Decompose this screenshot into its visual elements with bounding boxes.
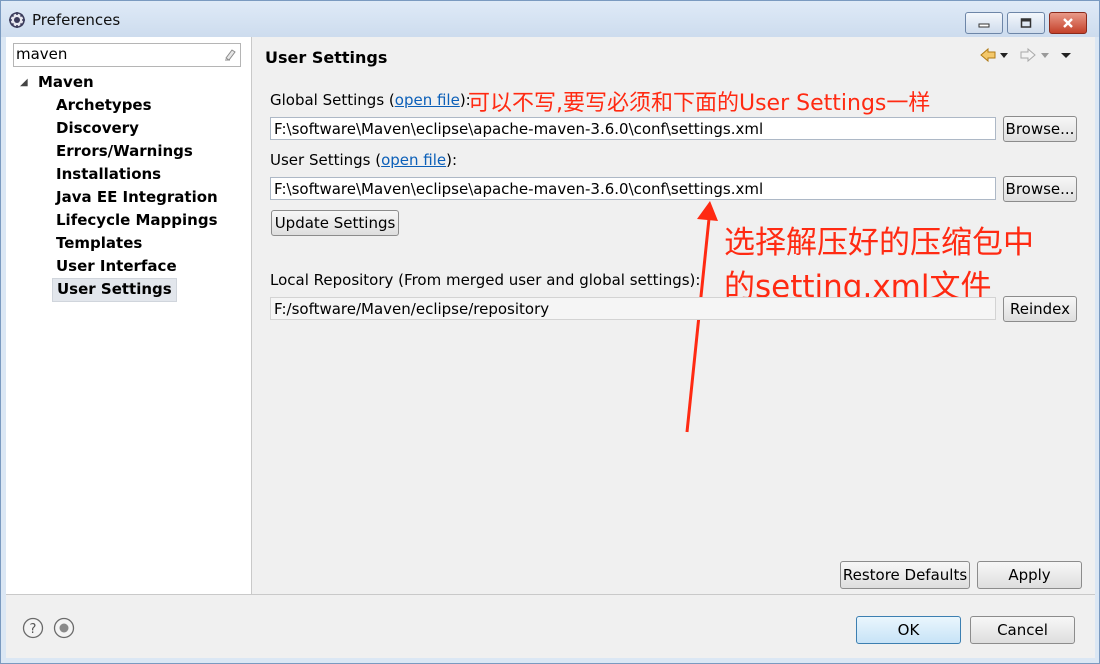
maximize-button[interactable]: [1007, 12, 1045, 34]
forward-arrow-icon[interactable]: [1020, 47, 1036, 63]
file-selection-annotation: 选择解压好的压缩包中 的setting.xml文件: [724, 221, 1034, 309]
tree-item-errors-warnings[interactable]: Errors/Warnings: [52, 140, 197, 162]
minimize-button[interactable]: [965, 12, 1003, 34]
back-dropdown-icon[interactable]: [1000, 53, 1008, 58]
global-settings-label: Global Settings (open file):: [270, 91, 471, 109]
global-browse-button[interactable]: Browse...: [1003, 116, 1077, 142]
eclipse-app-icon: [9, 12, 25, 28]
tree-item-user-interface[interactable]: User Interface: [52, 255, 181, 277]
preferences-window: Preferences ◢ Maven: [0, 0, 1100, 664]
back-arrow-icon[interactable]: [980, 47, 996, 63]
restore-defaults-button[interactable]: Restore Defaults: [840, 561, 970, 589]
local-repository-field: F:/software/Maven/eclipse/repository: [270, 297, 996, 320]
dialog-body: ◢ Maven Archetypes Discovery Errors/Warn…: [6, 37, 1095, 658]
title-bar: Preferences: [1, 1, 1099, 37]
global-open-file-link[interactable]: open file: [395, 91, 460, 109]
preference-tree-pane: ◢ Maven Archetypes Discovery Errors/Warn…: [6, 37, 252, 594]
svg-text:?: ?: [30, 622, 37, 637]
tree-node-maven[interactable]: ◢ Maven: [20, 71, 94, 93]
global-settings-field[interactable]: F:\software\Maven\eclipse\apache-maven-3…: [270, 117, 996, 140]
clear-filter-icon[interactable]: [223, 47, 237, 61]
local-repository-label: Local Repository (From merged user and g…: [270, 271, 701, 289]
user-settings-label: User Settings (open file):: [270, 151, 457, 169]
expanded-triangle-icon[interactable]: ◢: [20, 77, 32, 88]
update-settings-button[interactable]: Update Settings: [271, 210, 399, 236]
open-dialog-icon[interactable]: [53, 617, 75, 639]
dialog-footer: ? OK Cancel: [6, 595, 1095, 658]
help-icon[interactable]: ?: [22, 617, 44, 639]
tree-item-user-settings[interactable]: User Settings: [52, 278, 177, 302]
global-settings-label-text: Global Settings (: [270, 91, 395, 109]
tree-item-installations[interactable]: Installations: [52, 163, 165, 185]
close-icon: [1063, 18, 1073, 28]
tree-root-label: Maven: [38, 73, 94, 91]
close-button[interactable]: [1049, 12, 1087, 34]
reindex-button[interactable]: Reindex: [1003, 296, 1077, 322]
page-title: User Settings: [265, 48, 388, 67]
minimize-icon: [978, 23, 990, 28]
user-settings-label-suffix: ):: [446, 151, 458, 169]
window-title: Preferences: [32, 11, 121, 29]
apply-button[interactable]: Apply: [977, 561, 1082, 589]
view-menu-icon[interactable]: [1061, 53, 1071, 58]
filter-box: [13, 43, 241, 67]
filter-input[interactable]: [16, 45, 216, 63]
user-settings-field[interactable]: F:\software\Maven\eclipse\apache-maven-3…: [270, 177, 996, 200]
tree-item-lifecycle-mappings[interactable]: Lifecycle Mappings: [52, 209, 222, 231]
forward-dropdown-icon[interactable]: [1041, 53, 1049, 58]
cancel-button[interactable]: Cancel: [970, 616, 1075, 644]
annotation-line-1: 选择解压好的压缩包中: [724, 225, 1034, 261]
ok-button[interactable]: OK: [856, 616, 961, 644]
user-settings-page: User Settings Global Settings (open file…: [252, 37, 1095, 594]
page-navigation: [980, 47, 1071, 63]
tree-item-archetypes[interactable]: Archetypes: [52, 94, 156, 116]
user-browse-button[interactable]: Browse...: [1003, 176, 1077, 202]
global-settings-annotation: 可以不写,要写必须和下面的User Settings一样: [468, 91, 931, 116]
tree-item-templates[interactable]: Templates: [52, 232, 146, 254]
user-settings-label-text: User Settings (: [270, 151, 382, 169]
user-open-file-link[interactable]: open file: [381, 151, 446, 169]
tree-item-java-ee-integration[interactable]: Java EE Integration: [52, 186, 222, 208]
tree-item-discovery[interactable]: Discovery: [52, 117, 143, 139]
maximize-icon: [1020, 18, 1032, 28]
